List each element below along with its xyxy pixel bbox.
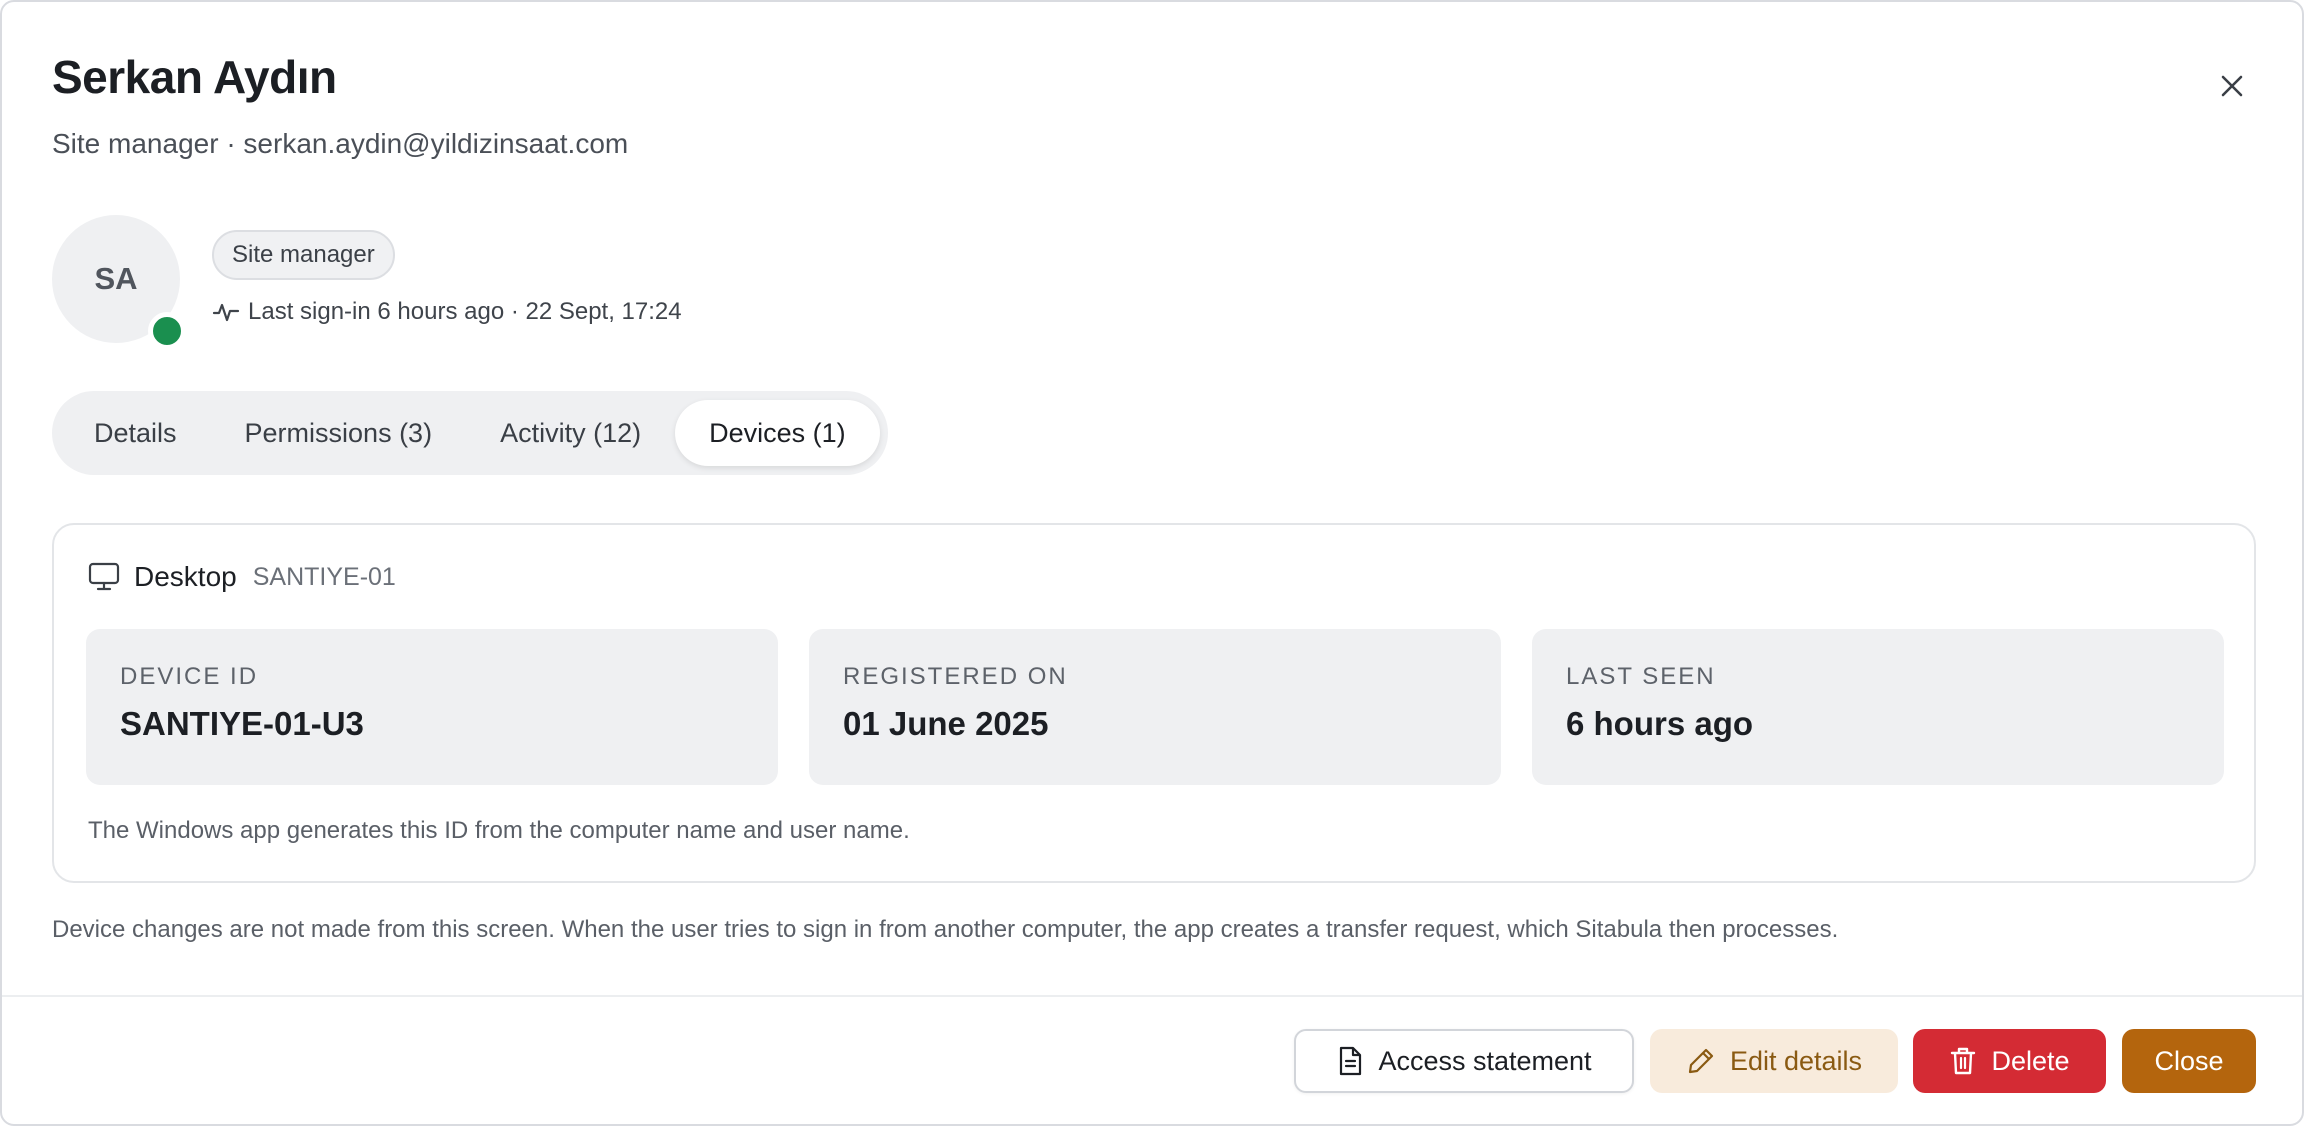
last-seen-label: LAST SEEN bbox=[1566, 663, 1716, 690]
device-id-value: SANTIYE-01-U3 bbox=[120, 705, 364, 742]
device-id-note: The Windows app generates this ID from t… bbox=[88, 817, 910, 844]
pencil-icon bbox=[1686, 1046, 1716, 1076]
activity-icon bbox=[212, 298, 240, 326]
device-id-box: DEVICE ID SANTIYE-01-U3 bbox=[86, 629, 778, 785]
tab-activity[interactable]: Activity (12) bbox=[466, 400, 675, 466]
tab-details[interactable]: Details bbox=[60, 400, 211, 466]
close-button[interactable]: Close bbox=[2122, 1029, 2256, 1093]
last-signin-text: Last sign-in 6 hours ago · 22 Sept, 17:2… bbox=[248, 298, 682, 325]
device-type: Desktop bbox=[134, 561, 237, 592]
device-header: Desktop SANTIYE-01 bbox=[88, 561, 396, 593]
last-seen-value: 6 hours ago bbox=[1566, 705, 1754, 742]
close-icon[interactable] bbox=[2208, 62, 2256, 110]
delete-label: Delete bbox=[1991, 1045, 2070, 1076]
role-badge: Site manager bbox=[212, 230, 395, 280]
device-change-note: Device changes are not made from this sc… bbox=[52, 916, 1839, 943]
trash-icon bbox=[1949, 1046, 1977, 1076]
footer-divider bbox=[2, 995, 2302, 997]
access-statement-button[interactable]: Access statement bbox=[1294, 1029, 1634, 1093]
monitor-icon bbox=[88, 562, 120, 592]
access-statement-label: Access statement bbox=[1378, 1045, 1592, 1076]
delete-button[interactable]: Delete bbox=[1913, 1029, 2106, 1093]
user-detail-modal: Serkan Aydın Site manager · serkan.aydin… bbox=[0, 0, 2304, 1126]
online-status-dot bbox=[148, 312, 186, 350]
user-subtitle: Site manager · serkan.aydin@yildizinsaat… bbox=[52, 128, 629, 159]
device-card: Desktop SANTIYE-01 DEVICE ID SANTIYE-01-… bbox=[52, 523, 2256, 883]
document-icon bbox=[1336, 1046, 1364, 1076]
registered-on-value: 01 June 2025 bbox=[843, 705, 1049, 742]
edit-details-label: Edit details bbox=[1729, 1045, 1863, 1076]
tab-permissions[interactable]: Permissions (3) bbox=[211, 400, 467, 466]
last-seen-box: LAST SEEN 6 hours ago bbox=[1532, 629, 2224, 785]
registered-on-box: REGISTERED ON 01 June 2025 bbox=[809, 629, 1501, 785]
edit-details-button[interactable]: Edit details bbox=[1650, 1029, 1898, 1093]
registered-on-label: REGISTERED ON bbox=[843, 663, 1068, 690]
tab-bar: Details Permissions (3) Activity (12) De… bbox=[52, 391, 888, 475]
device-id-label: DEVICE ID bbox=[120, 663, 259, 690]
last-signin: Last sign-in 6 hours ago · 22 Sept, 17:2… bbox=[212, 298, 682, 326]
tab-devices[interactable]: Devices (1) bbox=[675, 400, 880, 466]
user-name-title: Serkan Aydın bbox=[52, 51, 337, 103]
device-name: SANTIYE-01 bbox=[252, 562, 396, 591]
avatar-initials: SA bbox=[94, 261, 138, 296]
